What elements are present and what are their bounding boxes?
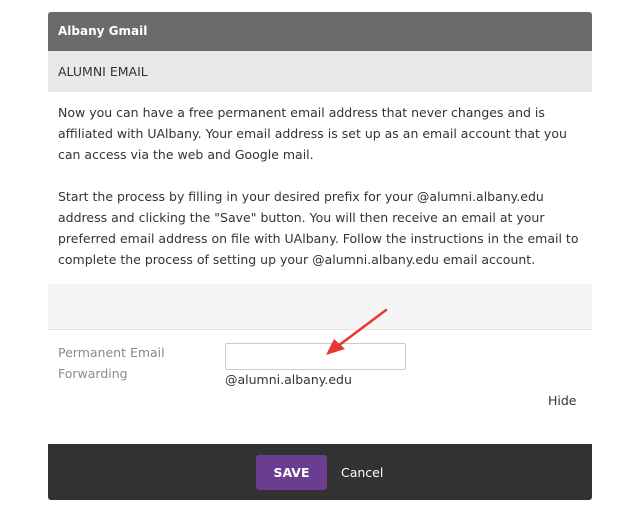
intro-paragraph-2: Start the process by filling in your des… (58, 189, 579, 267)
save-button[interactable]: SAVE (256, 455, 327, 490)
section-header: ALUMNI EMAIL (48, 51, 592, 92)
annotation-arrow-icon (326, 308, 388, 355)
panel-title: Albany Gmail (48, 12, 592, 51)
cancel-button[interactable]: Cancel (341, 463, 383, 482)
hide-link[interactable]: Hide (548, 392, 577, 409)
intro-paragraph-1: Now you can have a free permanent email … (58, 105, 567, 162)
albany-gmail-panel: Albany Gmail ALUMNI EMAIL Now you can ha… (48, 12, 592, 500)
intro-text: Now you can have a free permanent email … (48, 92, 592, 270)
form-footer: SAVE Cancel (48, 444, 592, 500)
domain-suffix: @alumni.albany.edu (225, 372, 352, 387)
permanent-email-forwarding-label: Permanent Email Forwarding (58, 345, 165, 381)
